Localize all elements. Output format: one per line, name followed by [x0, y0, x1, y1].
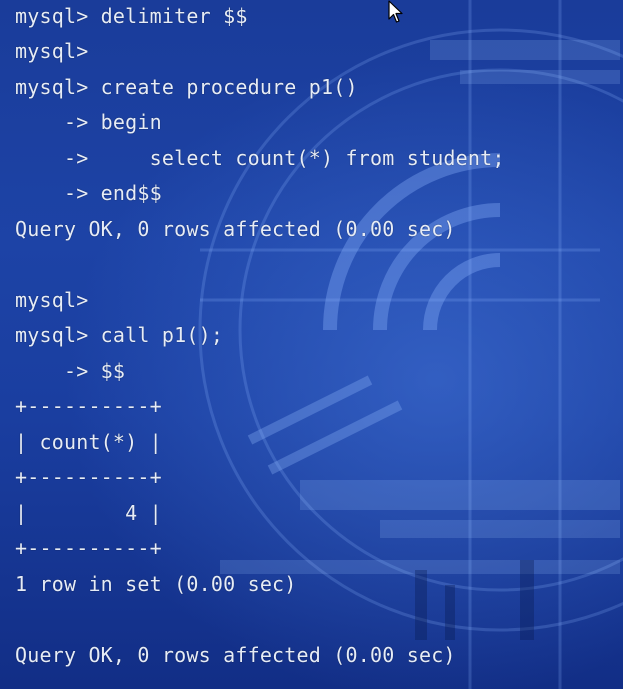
- terminal-line: Query OK, 0 rows affected (0.00 sec): [15, 217, 456, 241]
- terminal-line: | 4 |: [15, 501, 162, 525]
- terminal-line: 1 row in set (0.00 sec): [15, 572, 297, 596]
- terminal-line: mysql>: [15, 288, 89, 312]
- terminal-line: mysql> delimiter $$: [15, 4, 248, 28]
- terminal-line: -> begin: [15, 110, 162, 134]
- terminal-line: -> end$$: [15, 181, 162, 205]
- terminal-line: -> $$: [15, 359, 126, 383]
- terminal-line: | count(*) |: [15, 430, 162, 454]
- terminal-line: -> select count(*) from student;: [15, 146, 505, 170]
- terminal-line: mysql> call p1();: [15, 323, 224, 347]
- terminal-line: +----------+: [15, 536, 162, 560]
- mouse-pointer-icon: [388, 0, 403, 23]
- terminal-line: +----------+: [15, 394, 162, 418]
- terminal-line: mysql>: [15, 39, 89, 63]
- terminal-line: +----------+: [15, 465, 162, 489]
- terminal-line: Query OK, 0 rows affected (0.00 sec): [15, 643, 456, 667]
- terminal-output[interactable]: mysql> delimiter $$ mysql> mysql> create…: [0, 0, 623, 689]
- terminal-line: mysql> create procedure p1(): [15, 75, 358, 99]
